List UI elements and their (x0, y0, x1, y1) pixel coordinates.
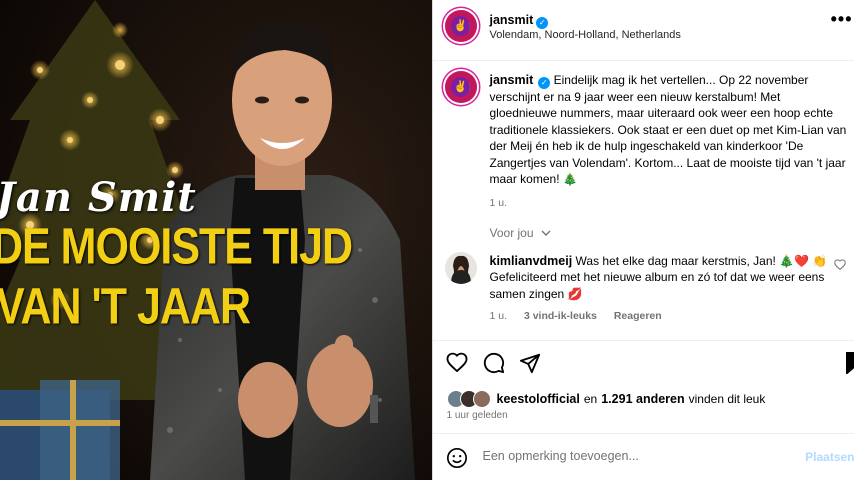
heart-icon[interactable] (446, 352, 468, 377)
author-username[interactable]: jansmit (490, 13, 534, 27)
likes-connector: en (584, 392, 597, 406)
post-comment-button[interactable]: Plaatsen (805, 450, 854, 464)
caption-avatar[interactable]: ✌ (445, 71, 477, 103)
post-caption: jansmit ✓ Eindelijk mag ik het vertellen.… (490, 72, 850, 212)
liker-username[interactable]: keestolofficial (497, 392, 580, 406)
comment-like-icon[interactable] (834, 257, 846, 275)
commenter-username[interactable]: kimlianvdmeij (490, 254, 573, 268)
caption-time[interactable]: 1 u. (490, 195, 850, 211)
send-icon[interactable] (519, 352, 541, 379)
more-options-icon[interactable]: ••• (831, 9, 853, 30)
post-image[interactable]: Jan Smit DE MOOISTE TIJD VAN 'T JAAR (0, 0, 432, 480)
instagram-post: Jan Smit DE MOOISTE TIJD VAN 'T JAAR ✌ j… (0, 0, 854, 480)
author-avatar[interactable]: ✌ (445, 10, 477, 42)
liker-avatars (447, 390, 493, 408)
author-row: jansmit✓ (490, 11, 549, 29)
caption-username[interactable]: jansmit (490, 73, 534, 87)
comment-input[interactable] (481, 448, 805, 464)
verified-badge-icon: ✓ (536, 17, 548, 29)
bookmark-icon[interactable] (845, 352, 854, 379)
post-location[interactable]: Volendam, Noord-Holland, Netherlands (490, 29, 681, 41)
likes-summary: keestolofficial en 1.291 anderen vinden … (447, 390, 766, 408)
reply-button[interactable]: Reageren (614, 310, 662, 322)
post-header: ✌ jansmit✓ Volendam, Noord-Holland, Neth… (433, 0, 854, 61)
verified-badge-icon: ✓ (538, 77, 550, 89)
comment-sort-dropdown[interactable]: Voor jou (490, 226, 551, 240)
likes-others[interactable]: 1.291 anderen (601, 392, 684, 406)
likes-suffix: vinden dit leuk (689, 392, 766, 406)
post-timestamp[interactable]: 1 uur geleden (447, 410, 508, 421)
actions-divider (433, 340, 854, 342)
comment-time[interactable]: 1 u. (490, 310, 508, 322)
emoji-icon[interactable] (446, 447, 468, 474)
comment-meta: 1 u. 3 vind-ik-leuks Reageren (490, 310, 676, 322)
cover-title-line-1: DE MOOISTE TIJD (0, 222, 352, 273)
commenter-avatar[interactable] (445, 252, 477, 284)
post-sidebar: ✌ jansmit✓ Volendam, Noord-Holland, Neth… (432, 0, 854, 480)
comment-likes[interactable]: 3 vind-ik-leuks (524, 310, 597, 322)
chevron-down-icon (541, 226, 551, 240)
comment: kimlianvdmeij Was het elke dag maar kers… (490, 253, 840, 302)
person-hands (238, 362, 298, 438)
comment-sort-label: Voor jou (490, 226, 534, 240)
comment-icon[interactable] (483, 352, 505, 379)
add-comment-bar: Plaatsen (433, 433, 854, 481)
cover-artist-name: Jan Smit (0, 174, 197, 221)
cover-title-line-2: VAN 'T JAAR (0, 282, 250, 333)
caption-text: Eindelijk mag ik het vertellen... Op 22 … (490, 73, 847, 186)
